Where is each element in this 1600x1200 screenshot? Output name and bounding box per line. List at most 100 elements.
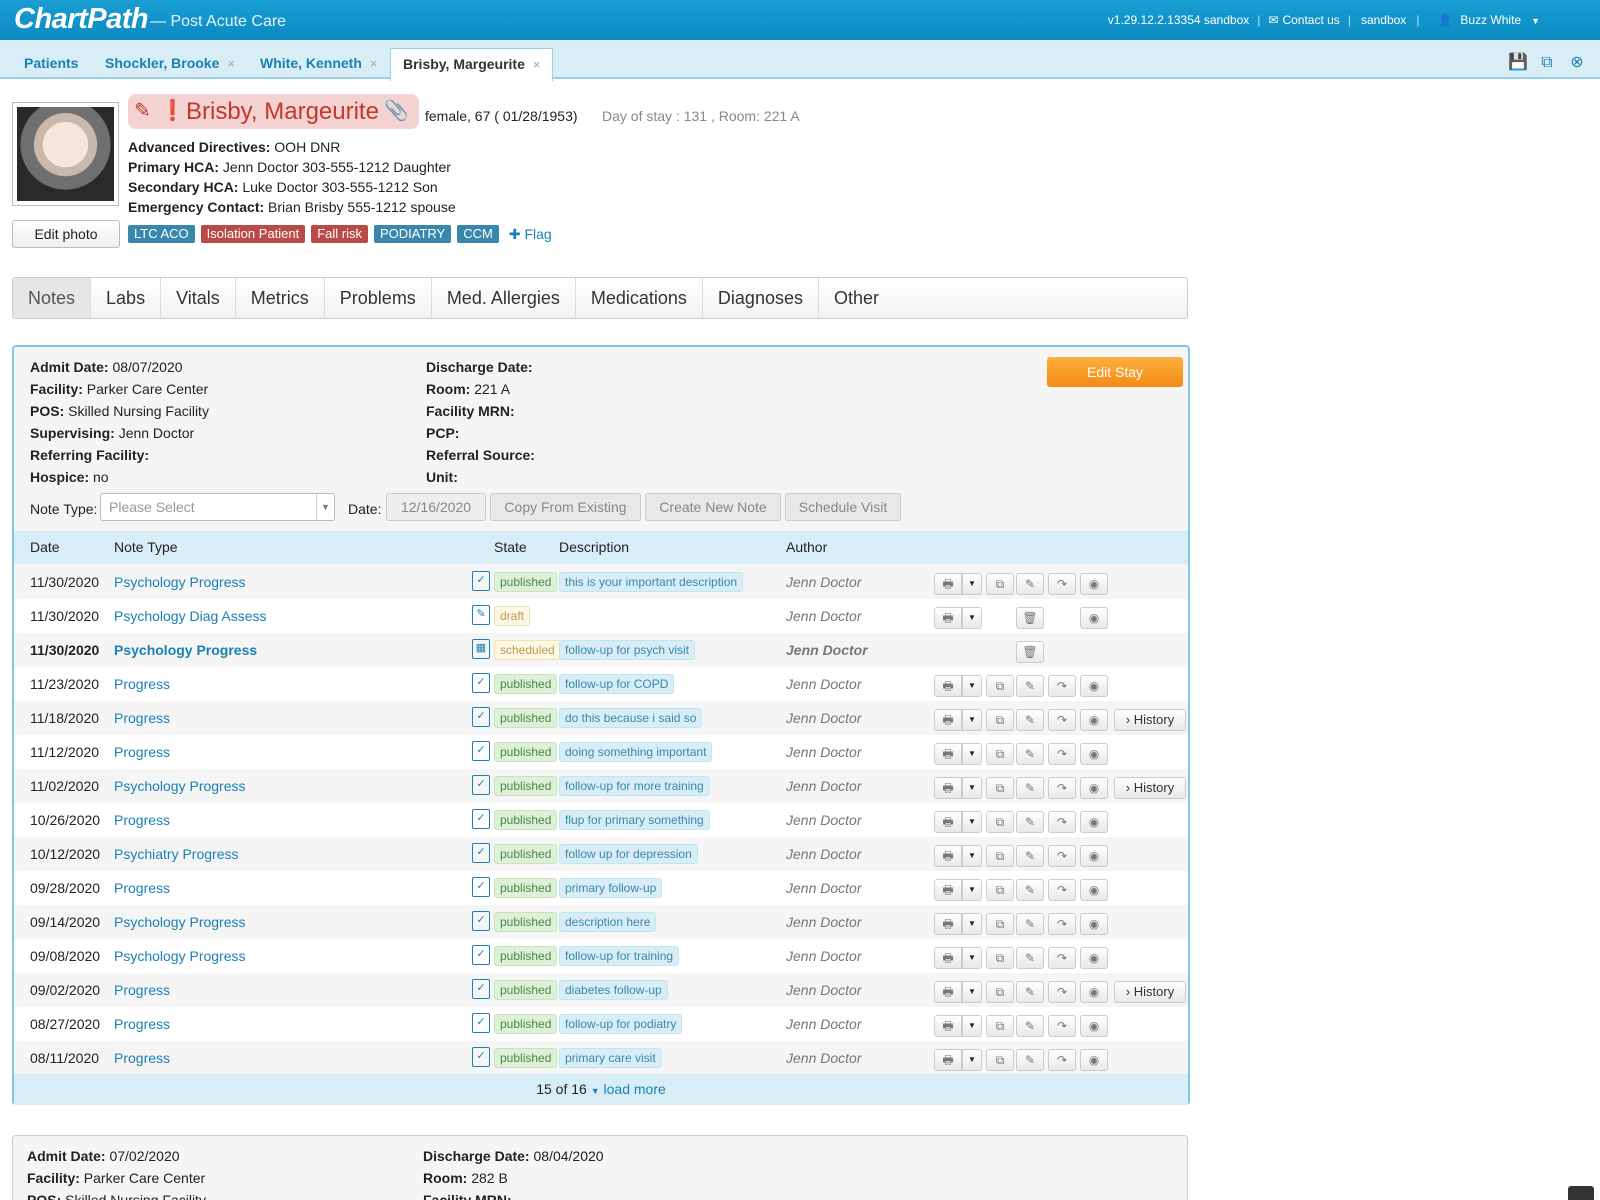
pencil-icon[interactable]: ✎ (1016, 947, 1044, 969)
add-flag-button[interactable]: ✚ Flag (509, 226, 552, 243)
col-author[interactable]: Author (786, 539, 827, 555)
pencil-icon[interactable]: ✎ (1016, 1049, 1044, 1071)
print-icon[interactable]: 🖶 (934, 947, 962, 969)
print-icon[interactable]: 🖶 (934, 879, 962, 901)
copy-icon[interactable]: ⧉ (986, 777, 1014, 799)
copy-icon[interactable]: ⧉ (986, 981, 1014, 1003)
share-arrow-icon[interactable]: ↷ (1048, 947, 1076, 969)
tab-metrics[interactable]: Metrics (236, 278, 325, 318)
copy-icon[interactable]: ⧉ (986, 743, 1014, 765)
note-type-link[interactable]: Progress (114, 676, 170, 692)
alert-icon[interactable]: ❗ (160, 94, 185, 129)
print-icon[interactable]: 🖶 (934, 607, 962, 629)
pencil-icon[interactable]: ✎ (1016, 573, 1044, 595)
eye-icon[interactable]: ◉ (1080, 573, 1108, 595)
share-arrow-icon[interactable]: ↷ (1048, 743, 1076, 765)
print-options-caret-icon[interactable]: ▼ (962, 607, 982, 629)
copy-icon[interactable]: ⧉ (986, 709, 1014, 731)
history-button[interactable]: › History (1114, 777, 1186, 799)
note-type-select[interactable]: Please Select ▼ (100, 493, 335, 521)
print-icon[interactable]: 🖶 (934, 743, 962, 765)
user-menu[interactable]: 👤 Buzz White ▼ (1419, 13, 1600, 27)
edit-photo-button[interactable]: Edit photo (12, 220, 120, 248)
eye-icon[interactable]: ◉ (1080, 607, 1108, 629)
share-arrow-icon[interactable]: ↷ (1048, 709, 1076, 731)
paperclip-icon[interactable]: 📎 (384, 94, 409, 129)
pencil-icon[interactable]: ✎ (1016, 981, 1044, 1003)
pencil-icon[interactable]: ✎ (1016, 743, 1044, 765)
copy-icon[interactable]: ⧉ (986, 947, 1014, 969)
note-type-link[interactable]: Progress (114, 744, 170, 760)
tab-white-kenneth[interactable]: White, Kenneth × (260, 48, 377, 79)
tab-medications[interactable]: Medications (576, 278, 703, 318)
pencil-icon[interactable]: ✎ (1016, 913, 1044, 935)
note-type-link[interactable]: Psychology Progress (114, 948, 246, 964)
col-note-type[interactable]: Note Type (114, 539, 178, 555)
print-icon[interactable]: 🖶 (934, 709, 962, 731)
schedule-visit-button[interactable]: Schedule Visit (785, 493, 901, 521)
pencil-icon[interactable]: ✎ (1016, 1015, 1044, 1037)
copy-icon[interactable]: ⧉ (986, 675, 1014, 697)
eye-icon[interactable]: ◉ (1080, 947, 1108, 969)
print-options-caret-icon[interactable]: ▼ (962, 879, 982, 901)
tab-vitals[interactable]: Vitals (161, 278, 236, 318)
tab-notes[interactable]: Notes (13, 278, 92, 318)
eye-icon[interactable]: ◉ (1080, 709, 1108, 731)
share-arrow-icon[interactable]: ↷ (1048, 777, 1076, 799)
trash-icon[interactable]: 🗑 (1016, 641, 1044, 663)
eye-icon[interactable]: ◉ (1080, 1015, 1108, 1037)
copy-icon[interactable]: ⧉ (986, 811, 1014, 833)
print-options-caret-icon[interactable]: ▼ (962, 845, 982, 867)
flag-badge[interactable]: CCM (457, 225, 499, 243)
contact-link[interactable]: ✉ Contact us (1260, 13, 1347, 27)
note-type-link[interactable]: Psychology Diag Assess (114, 608, 267, 624)
print-options-caret-icon[interactable]: ▼ (962, 675, 982, 697)
note-type-link[interactable]: Psychology Progress (114, 914, 246, 930)
close-icon[interactable]: × (227, 56, 235, 71)
tab-patients[interactable]: Patients (24, 48, 78, 79)
app-logo[interactable]: ChartPath (14, 3, 149, 36)
trash-icon[interactable]: 🗑 (1016, 607, 1044, 629)
tab-problems[interactable]: Problems (325, 278, 432, 318)
copy-icon[interactable]: ⧉ (986, 913, 1014, 935)
eye-icon[interactable]: ◉ (1080, 777, 1108, 799)
print-icon[interactable]: 🖶 (934, 913, 962, 935)
note-date-input[interactable]: 12/16/2020 (386, 493, 486, 521)
eye-icon[interactable]: ◉ (1080, 879, 1108, 901)
eye-icon[interactable]: ◉ (1080, 981, 1108, 1003)
note-type-link[interactable]: Psychiatry Progress (114, 846, 238, 862)
pencil-icon[interactable]: ✎ (1016, 879, 1044, 901)
tab-diagnoses[interactable]: Diagnoses (703, 278, 819, 318)
print-options-caret-icon[interactable]: ▼ (962, 811, 982, 833)
print-icon[interactable]: 🖶 (934, 811, 962, 833)
share-arrow-icon[interactable]: ↷ (1048, 913, 1076, 935)
flag-badge[interactable]: Isolation Patient (200, 225, 306, 243)
tab-med-allergies[interactable]: Med. Allergies (432, 278, 576, 318)
print-icon[interactable]: 🖶 (934, 573, 962, 595)
close-circle-icon[interactable]: ⊗ (1568, 54, 1586, 72)
print-icon[interactable]: 🖶 (934, 1015, 962, 1037)
flag-badge[interactable]: Fall risk (311, 225, 368, 243)
share-arrow-icon[interactable]: ↷ (1048, 1049, 1076, 1071)
print-options-caret-icon[interactable]: ▼ (962, 709, 982, 731)
pencil-icon[interactable]: ✎ (134, 94, 151, 129)
flag-badge[interactable]: LTC ACO (128, 225, 195, 243)
print-options-caret-icon[interactable]: ▼ (962, 1015, 982, 1037)
print-options-caret-icon[interactable]: ▼ (962, 743, 982, 765)
share-arrow-icon[interactable]: ↷ (1048, 573, 1076, 595)
print-options-caret-icon[interactable]: ▼ (962, 981, 982, 1003)
note-type-link[interactable]: Psychology Progress (114, 778, 246, 794)
note-type-link[interactable]: Progress (114, 710, 170, 726)
print-icon[interactable]: 🖶 (934, 981, 962, 1003)
copy-from-existing-button[interactable]: Copy From Existing (490, 493, 641, 521)
print-options-caret-icon[interactable]: ▼ (962, 573, 982, 595)
print-icon[interactable]: 🖶 (934, 777, 962, 799)
copy-icon[interactable]: ⧉ (986, 879, 1014, 901)
corner-widget[interactable] (1568, 1186, 1594, 1200)
tab-other[interactable]: Other (819, 278, 894, 318)
tab-shockler-brooke[interactable]: Shockler, Brooke × (105, 48, 235, 79)
eye-icon[interactable]: ◉ (1080, 743, 1108, 765)
share-arrow-icon[interactable]: ↷ (1048, 845, 1076, 867)
print-icon[interactable]: 🖶 (934, 1049, 962, 1071)
print-options-caret-icon[interactable]: ▼ (962, 1049, 982, 1071)
